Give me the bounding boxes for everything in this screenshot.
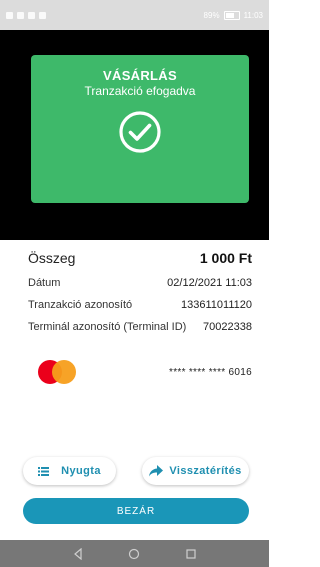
receipt-button[interactable]: Nyugta — [23, 457, 116, 485]
transaction-result-card: VÁSÁRLÁS Tranzakció efogadva — [31, 55, 249, 203]
share-arrow-icon — [149, 465, 164, 477]
transaction-id-value: 133611011120 — [181, 299, 252, 311]
transaction-id-label: Tranzakció azonosító — [28, 299, 133, 311]
amount-value: 1 000 Ft — [199, 250, 252, 266]
date-row: Dátum 02/12/2021 11:03 — [28, 277, 252, 289]
date-value: 02/12/2021 11:03 — [167, 277, 252, 289]
status-bar: 89% 11:03 — [0, 0, 269, 30]
battery-icon — [223, 10, 240, 20]
payment-card-row: **** **** **** 6016 — [38, 358, 252, 386]
terminal-id-value: 70022338 — [203, 321, 252, 333]
mail-icon — [28, 11, 35, 19]
amount-row: Összeg 1 000 Ft — [28, 250, 252, 266]
close-button[interactable]: BEZÁR — [23, 498, 249, 524]
check-circle-icon — [119, 111, 161, 153]
list-icon — [38, 466, 50, 476]
receipt-button-label: Nyugta — [61, 465, 101, 477]
recents-icon[interactable] — [185, 548, 197, 560]
masked-card-number: **** **** **** 6016 — [169, 366, 252, 378]
refund-button[interactable]: Visszatérítés — [142, 457, 249, 485]
amount-label: Összeg — [28, 250, 76, 266]
result-title: VÁSÁRLÁS — [103, 68, 177, 83]
system-navigation-bar — [0, 540, 269, 567]
back-icon[interactable] — [72, 547, 84, 560]
result-subtitle: Tranzakció efogadva — [84, 84, 196, 98]
wifi-icon — [17, 11, 24, 19]
date-label: Dátum — [28, 277, 61, 289]
mastercard-logo-icon — [38, 360, 80, 384]
terminal-id-label: Terminál azonosító (Terminal ID) — [28, 321, 187, 333]
status-time: 11:03 — [243, 10, 263, 20]
status-icons-left — [6, 11, 46, 19]
status-icons-right: 89% 11:03 — [203, 10, 263, 20]
transaction-id-row: Tranzakció azonosító 133611011120 — [28, 299, 252, 311]
signal-icon — [6, 11, 13, 19]
notification-icon — [39, 11, 46, 19]
close-button-label: BEZÁR — [116, 505, 156, 517]
battery-percent: 89% — [203, 10, 220, 20]
terminal-id-row: Terminál azonosító (Terminal ID) 7002233… — [28, 321, 252, 333]
home-icon[interactable] — [128, 548, 140, 560]
refund-button-label: Visszatérítés — [169, 465, 242, 477]
